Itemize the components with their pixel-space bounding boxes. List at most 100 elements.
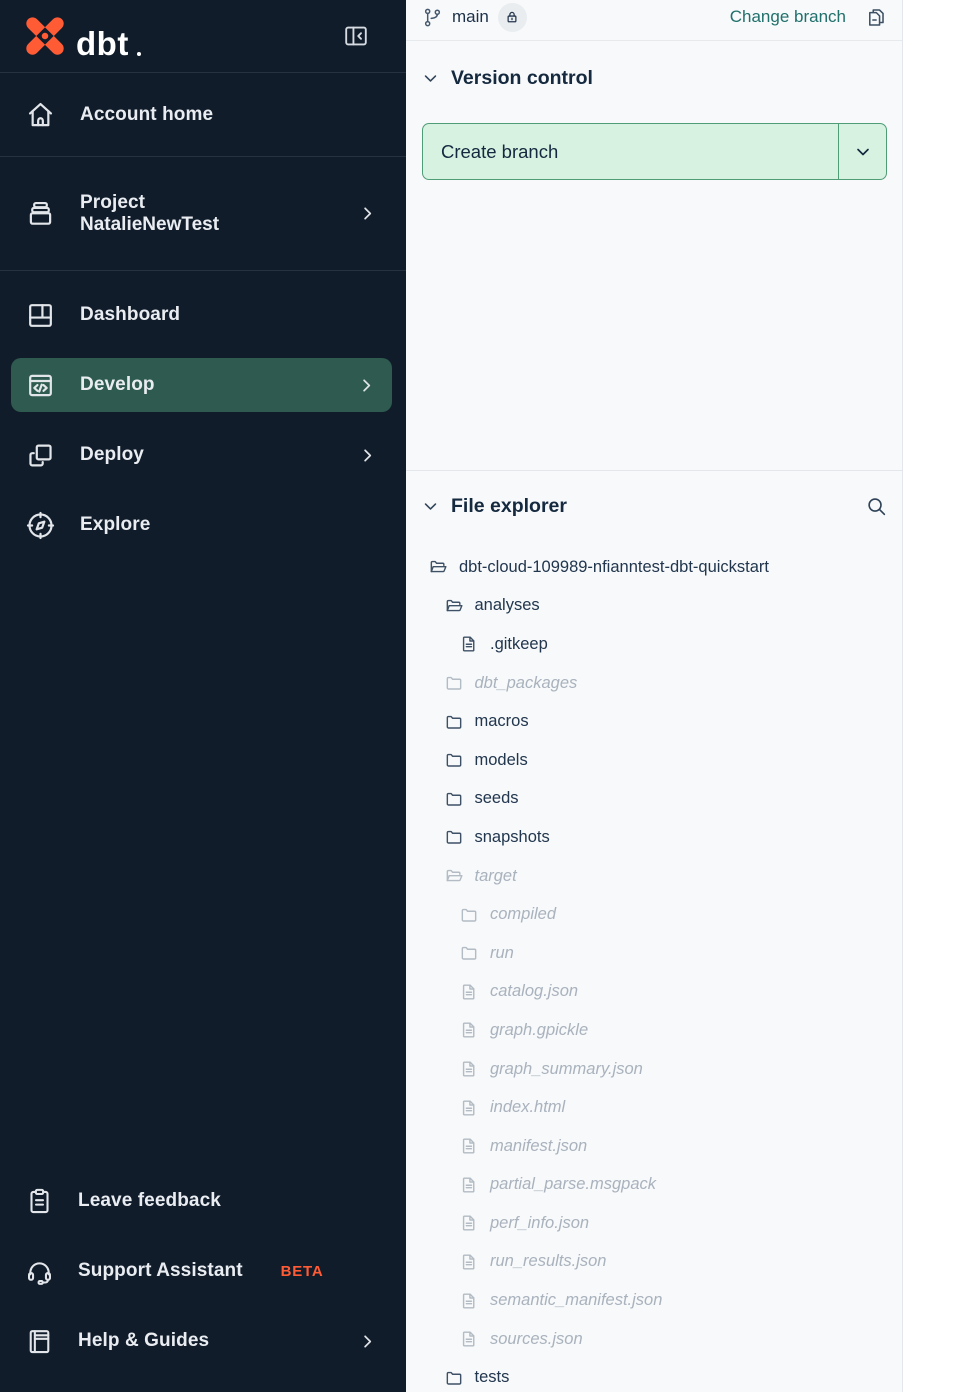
- sidebar-item-label: Develop: [80, 374, 155, 396]
- version-control-header[interactable]: Version control: [422, 67, 887, 90]
- file-icon: [459, 1291, 479, 1311]
- file-icon: [459, 1136, 479, 1156]
- file-explorer-header[interactable]: File explorer: [422, 495, 888, 518]
- dbt-logo-text: dbt: [76, 28, 129, 59]
- tree-item-sources.json[interactable]: sources.json: [422, 1320, 888, 1359]
- tree-item-partial_parse.msgpack[interactable]: partial_parse.msgpack: [422, 1166, 888, 1205]
- chevron-right-icon: [358, 1332, 377, 1351]
- sidebar-item-dashboard[interactable]: Dashboard: [0, 280, 406, 350]
- folder-icon: [444, 1368, 464, 1388]
- tree-item-dbt-cloud-109989-nfianntest-dbt-quickstart[interactable]: dbt-cloud-109989-nfianntest-dbt-quicksta…: [422, 548, 888, 587]
- sidebar-item-label: Support Assistant: [78, 1260, 243, 1282]
- file-explorer-section: File explorer dbt-cloud-109989-nfianntes…: [406, 471, 902, 1392]
- dashboard-icon: [24, 299, 57, 332]
- folder-open-icon: [444, 866, 464, 886]
- sidebar-item-label: Help & Guides: [78, 1330, 209, 1352]
- sidebar-nav-group: Dashboard Develop: [0, 271, 406, 560]
- sidebar-item-explore[interactable]: Explore: [0, 490, 406, 560]
- change-branch-link[interactable]: Change branch: [730, 7, 846, 27]
- file-tree: dbt-cloud-109989-nfianntest-dbt-quicksta…: [422, 548, 888, 1392]
- sidebar-footer: Leave feedback Support Assistant BETA: [0, 1166, 406, 1392]
- home-icon: [24, 98, 57, 131]
- version-control-panel: main Change branch: [406, 0, 903, 1392]
- sidebar-logo-row: dbt: [0, 0, 406, 72]
- file-icon: [459, 1329, 479, 1349]
- tree-item-tests[interactable]: tests: [422, 1358, 888, 1392]
- sidebar-item-label: Deploy: [80, 444, 144, 466]
- sidebar-spacer: [0, 560, 406, 1166]
- folder-open-icon: [428, 557, 448, 577]
- clipboard-icon: [24, 1186, 55, 1217]
- headset-icon: [24, 1256, 55, 1287]
- tree-item-analyses[interactable]: analyses: [422, 587, 888, 626]
- folder-icon: [444, 789, 464, 809]
- tree-item-graph_summary.json[interactable]: graph_summary.json: [422, 1050, 888, 1089]
- sidebar: dbt Account home: [0, 0, 406, 1392]
- sidebar-item-help-guides[interactable]: Help & Guides: [0, 1306, 406, 1376]
- sidebar-item-leave-feedback[interactable]: Leave feedback: [0, 1166, 406, 1236]
- sidebar-item-deploy[interactable]: Deploy: [0, 420, 406, 490]
- tree-item-index.html[interactable]: index.html: [422, 1088, 888, 1127]
- sidebar-item-account-home[interactable]: Account home: [0, 73, 406, 156]
- file-icon: [459, 1098, 479, 1118]
- compass-icon: [24, 509, 57, 542]
- file-search-button[interactable]: [865, 495, 888, 518]
- chevron-down-icon: [853, 142, 873, 162]
- sidebar-item-label: Dashboard: [80, 304, 180, 326]
- app-root: dbt Account home: [0, 0, 974, 1392]
- folder-icon: [444, 673, 464, 693]
- folder-icon: [459, 905, 479, 925]
- folder-icon: [444, 712, 464, 732]
- sidebar-item-label: Leave feedback: [78, 1190, 221, 1212]
- collapse-sidebar-button[interactable]: [342, 22, 370, 50]
- version-control-section: Version control Create branch: [406, 41, 902, 471]
- git-branch-icon: [422, 7, 443, 28]
- file-icon: [459, 1213, 479, 1233]
- dbt-logo[interactable]: dbt: [22, 13, 141, 59]
- collapse-sidebar-icon: [342, 22, 370, 50]
- folder-icon: [444, 827, 464, 847]
- file-icon: [459, 634, 479, 654]
- tree-item-compiled[interactable]: compiled: [422, 895, 888, 934]
- tree-item-snapshots[interactable]: snapshots: [422, 818, 888, 857]
- chevron-right-icon: [357, 376, 376, 395]
- file-icon: [459, 982, 479, 1002]
- file-icon: [459, 1252, 479, 1272]
- sidebar-item-label: Project: [80, 192, 219, 214]
- branch-bar: main Change branch: [406, 0, 902, 41]
- tree-item-perf_info.json[interactable]: perf_info.json: [422, 1204, 888, 1243]
- sidebar-item-label: Explore: [80, 514, 150, 536]
- folder-icon: [459, 943, 479, 963]
- file-icon: [459, 1175, 479, 1195]
- dbt-logo-icon: [22, 13, 68, 59]
- chevron-right-icon: [358, 446, 377, 465]
- tree-item-manifest.json[interactable]: manifest.json: [422, 1127, 888, 1166]
- tree-item-graph.gpickle[interactable]: graph.gpickle: [422, 1011, 888, 1050]
- chevron-down-icon: [422, 70, 439, 87]
- beta-badge: BETA: [281, 1263, 324, 1280]
- project-stack-icon: [24, 197, 57, 230]
- tree-item-target[interactable]: target: [422, 857, 888, 896]
- editor-area: [903, 0, 974, 1392]
- copy-icon: [865, 6, 888, 29]
- section-title: Version control: [451, 67, 593, 90]
- tree-item-semantic_manifest.json[interactable]: semantic_manifest.json: [422, 1281, 888, 1320]
- sidebar-item-develop[interactable]: Develop: [11, 358, 392, 412]
- copy-button[interactable]: [865, 6, 888, 29]
- create-branch-button[interactable]: Create branch: [423, 124, 838, 179]
- tree-item-run[interactable]: run: [422, 934, 888, 973]
- tree-item-dbt_packages[interactable]: dbt_packages: [422, 664, 888, 703]
- tree-item-macros[interactable]: macros: [422, 702, 888, 741]
- project-name: NatalieNewTest: [80, 214, 219, 236]
- tree-item-.gitkeep[interactable]: .gitkeep: [422, 625, 888, 664]
- tree-item-run_results.json[interactable]: run_results.json: [422, 1243, 888, 1282]
- tree-item-seeds[interactable]: seeds: [422, 780, 888, 819]
- sidebar-item-label: Account home: [80, 104, 213, 126]
- tree-item-models[interactable]: models: [422, 741, 888, 780]
- branch-bar-actions: Change branch: [730, 6, 888, 29]
- create-branch-dropdown-button[interactable]: [838, 124, 886, 179]
- sidebar-item-support-assistant[interactable]: Support Assistant BETA: [0, 1236, 406, 1306]
- tree-item-catalog.json[interactable]: catalog.json: [422, 973, 888, 1012]
- search-icon: [865, 495, 888, 518]
- sidebar-item-project[interactable]: Project NatalieNewTest: [0, 157, 406, 270]
